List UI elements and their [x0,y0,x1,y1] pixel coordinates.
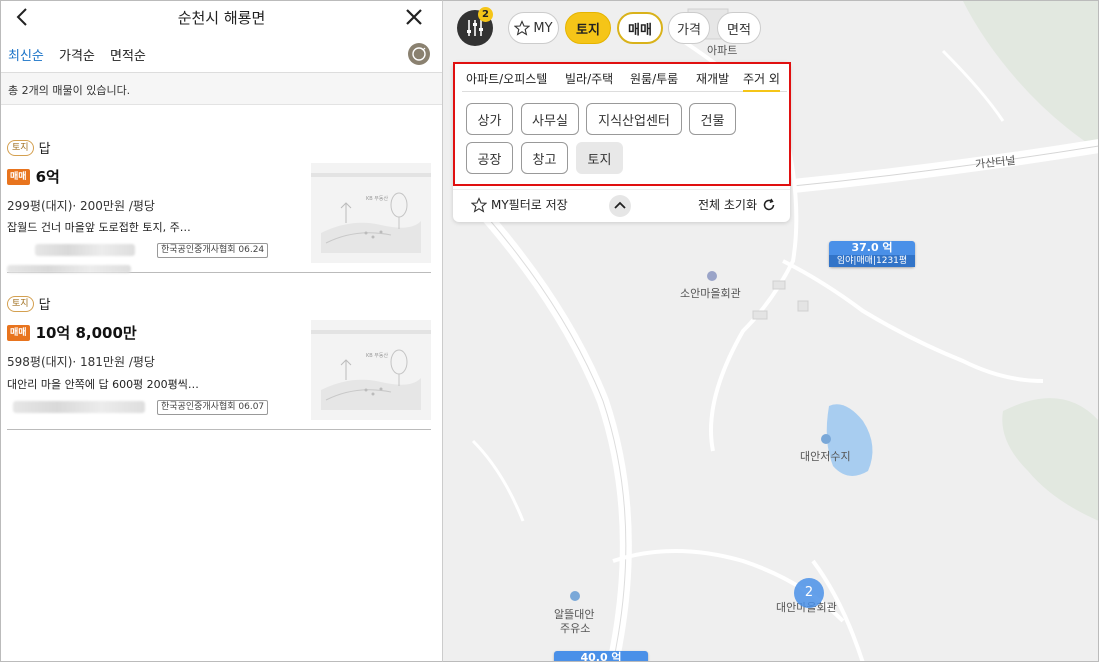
star-icon [514,20,531,36]
reset-all-button[interactable]: 전체 초기화 [698,196,776,213]
marker-sub: 임야|매매|1231평 [829,255,915,267]
chevron-up-icon [614,201,626,209]
thumb-brand: KB 부동산 [366,353,389,359]
land-type: 답 [38,298,51,313]
category-badge: 토지 [7,139,34,156]
listing-description: 대안리 마을 안쪽에 답 600평 200평씩… [7,378,199,391]
listing-detail: 598평(대지)· 181만원 /평당 [7,355,155,369]
chip-land[interactable]: 토지 [565,12,611,44]
save-my-filter-label: MY필터로 저장 [491,198,568,212]
deal-badge: 매매 [7,324,30,341]
close-button[interactable] [402,5,426,29]
listing-category: 토지 답 [7,294,51,313]
listing-price: 6억 [35,168,60,186]
chip-area[interactable]: 면적 [717,12,761,44]
land-placeholder-icon [311,330,431,410]
map-label-apartment: 아파트 [707,44,738,57]
price-marker[interactable]: 40.0 억 [554,651,648,662]
listing-detail: 299평(대지)· 200만원 /평당 [7,199,155,213]
thumb-brand: KB 부동산 [366,196,389,202]
refresh-icon[interactable] [408,43,430,65]
sort-latest[interactable]: 최신순 [8,45,44,64]
panel-header: 순천시 해룡면 [1,1,442,35]
map-view[interactable]: 아파트 가산터널 소안마을회관 대안저수지 대안마을회관 알뜰대안 주유소 2 … [443,0,1099,662]
map-label-hall1: 소안마을회관 [680,287,741,300]
map-label-gas2: 주유소 [560,622,591,635]
reset-all-label: 전체 초기화 [697,198,757,212]
blurred-agent-name [35,244,135,256]
sort-price[interactable]: 가격순 [59,45,95,64]
listing-thumbnail[interactable]: KB 부동산 [311,163,431,263]
result-count: 총 2개의 매물이 있습니다. [1,73,442,105]
listing-thumbnail[interactable]: KB 부동산 [311,320,431,420]
listing-price-row: 매매 6억 [7,166,60,187]
listing-description: 잡월드 건너 마을앞 도로접한 토지, 주… [7,221,191,234]
listing-price: 10억 8,000만 [35,324,137,342]
agency-tag: 한국공인중개사협회 06.07 [157,400,269,415]
category-badge: 토지 [7,295,34,312]
listing-category: 토지 답 [7,138,51,157]
selection-highlight [453,62,791,186]
marker-price: 40.0 억 [580,651,622,662]
price-marker[interactable]: 37.0 억 임야|매매|1231평 [829,241,915,267]
list-item[interactable]: 토지 답 매매 6억 299평(대지)· 200만원 /평당 잡월드 건너 마을… [7,105,431,273]
listing-panel: 순천시 해룡면 최신순 가격순 면적순 총 2개의 매물이 있습니다. 토지 답… [0,0,443,662]
chip-my[interactable]: MY [508,12,559,44]
agency-tag: 한국공인중개사협회 06.24 [157,243,269,258]
land-placeholder-icon [311,173,431,253]
cluster-marker[interactable]: 2 [794,578,824,608]
close-icon [406,9,422,25]
filter-count-badge: 2 [478,7,493,22]
blurred-agent-name [13,401,145,413]
sort-area[interactable]: 면적순 [110,45,146,64]
deal-badge: 매매 [7,168,30,185]
collapse-button[interactable] [609,195,631,217]
chip-sale[interactable]: 매매 [617,12,663,44]
chip-price[interactable]: 가격 [668,12,710,44]
land-type: 답 [38,142,51,157]
list-item[interactable]: 토지 답 매매 10억 8,000만 598평(대지)· 181만원 /평당 대… [7,273,431,430]
refresh-icon [763,198,775,210]
map-label-reservoir: 대안저수지 [800,450,851,463]
popup-footer: MY필터로 저장 전체 초기화 [453,189,790,222]
page-title: 순천시 해룡면 [177,9,266,27]
star-icon [471,196,487,213]
listing-price-row: 매매 10억 8,000만 [7,322,137,343]
save-my-filter-button[interactable]: MY필터로 저장 [471,196,568,213]
marker-price: 37.0 억 [851,241,893,254]
sort-tabs: 최신순 가격순 면적순 [1,35,442,73]
chip-my-label: MY [533,20,553,36]
blurred-agent-info [7,265,131,273]
